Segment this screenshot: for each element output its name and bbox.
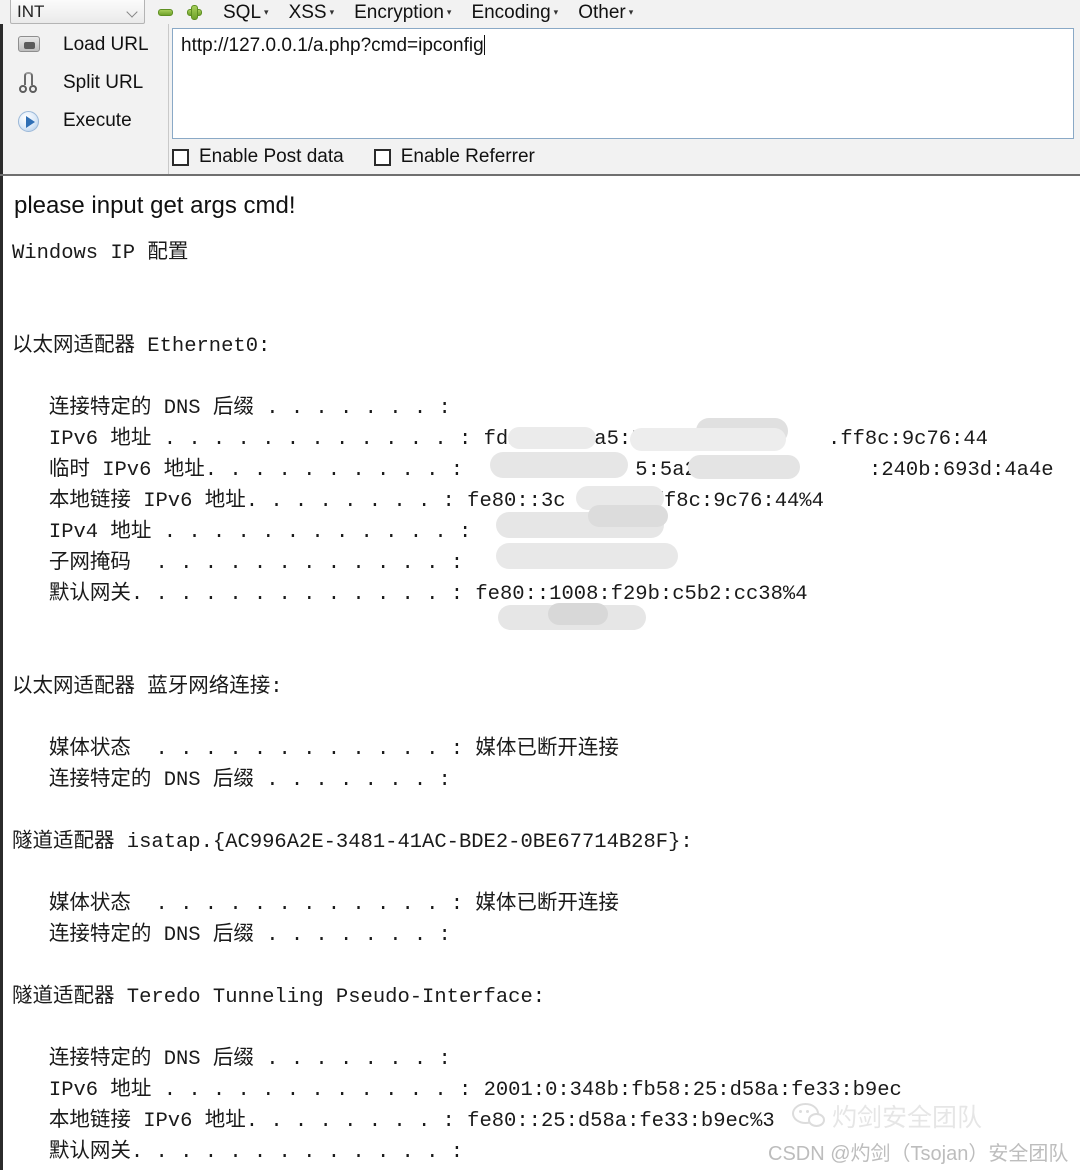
- menu-encryption-label: Encryption: [354, 1, 444, 23]
- caret-down-icon: ▾: [446, 6, 452, 17]
- page-headline: please input get args cmd!: [14, 192, 296, 219]
- menu-sql-label: SQL: [223, 1, 262, 23]
- play-icon: [15, 108, 43, 134]
- add-tab-button[interactable]: [186, 4, 203, 21]
- menu-xss-label: XSS: [288, 1, 327, 23]
- menu-sql[interactable]: SQL ▾: [223, 3, 269, 22]
- execute-label: Execute: [63, 110, 132, 131]
- caret-down-icon: ▾: [329, 6, 335, 17]
- menu-xss[interactable]: XSS ▾: [289, 3, 335, 22]
- caret-down-icon: ▾: [628, 6, 634, 17]
- chevron-down-icon: [127, 8, 138, 15]
- url-input-value: http://127.0.0.1/a.php?cmd=ipconfig: [181, 35, 484, 56]
- menu-encoding-label: Encoding: [471, 1, 551, 23]
- wechat-icon: [792, 1103, 826, 1129]
- page-content: please input get args cmd! Windows IP 配置…: [0, 176, 1080, 1170]
- csdn-watermark: CSDN @灼剑（Tsojan）安全团队: [768, 1143, 1069, 1165]
- request-options-row: Enable Post data Enable Referrer: [172, 144, 565, 170]
- load-url-button[interactable]: Load URL: [3, 28, 168, 62]
- url-input[interactable]: http://127.0.0.1/a.php?cmd=ipconfig: [172, 28, 1074, 139]
- hackbar-toolbar: INT SQL ▾ XSS ▾ Encryption ▾ Encoding ▾ …: [0, 0, 1080, 176]
- enable-post-data-label: Enable Post data: [199, 146, 344, 167]
- menu-other-label: Other: [578, 1, 626, 23]
- enable-post-data-checkbox[interactable]: Enable Post data: [172, 146, 344, 168]
- menu-other[interactable]: Other ▾: [578, 3, 633, 22]
- enable-referrer-label: Enable Referrer: [400, 146, 535, 167]
- caret-down-icon: ▾: [553, 6, 559, 17]
- load-url-label: Load URL: [63, 34, 149, 55]
- remove-tab-button[interactable]: [157, 4, 174, 21]
- load-url-icon: [15, 32, 43, 58]
- mode-select[interactable]: INT: [10, 0, 145, 24]
- split-url-button[interactable]: Split URL: [3, 66, 168, 100]
- checkbox-box[interactable]: [373, 148, 391, 166]
- hackbar-action-column: Load URL Split URL Execute: [3, 24, 169, 174]
- menu-encoding[interactable]: Encoding ▾: [471, 3, 558, 22]
- text-caret: [483, 35, 485, 55]
- ipconfig-output: Windows IP 配置 以太网适配器 Ethernet0: 连接特定的 DN…: [12, 242, 1054, 1164]
- hackbar-menu-row: INT SQL ▾ XSS ▾ Encryption ▾ Encoding ▾ …: [0, 0, 1080, 24]
- wechat-watermark-text: 灼剑安全团队: [832, 1104, 983, 1132]
- scissors-icon: [15, 70, 43, 96]
- enable-referrer-checkbox[interactable]: Enable Referrer: [373, 146, 535, 168]
- mode-select-value: INT: [17, 1, 45, 21]
- menu-encryption[interactable]: Encryption ▾: [354, 3, 451, 22]
- checkbox-box[interactable]: [172, 148, 189, 166]
- split-url-label: Split URL: [63, 72, 144, 93]
- execute-button[interactable]: Execute: [3, 104, 168, 138]
- caret-down-icon: ▾: [264, 6, 269, 17]
- wechat-watermark: 灼剑安全团队: [792, 1098, 982, 1134]
